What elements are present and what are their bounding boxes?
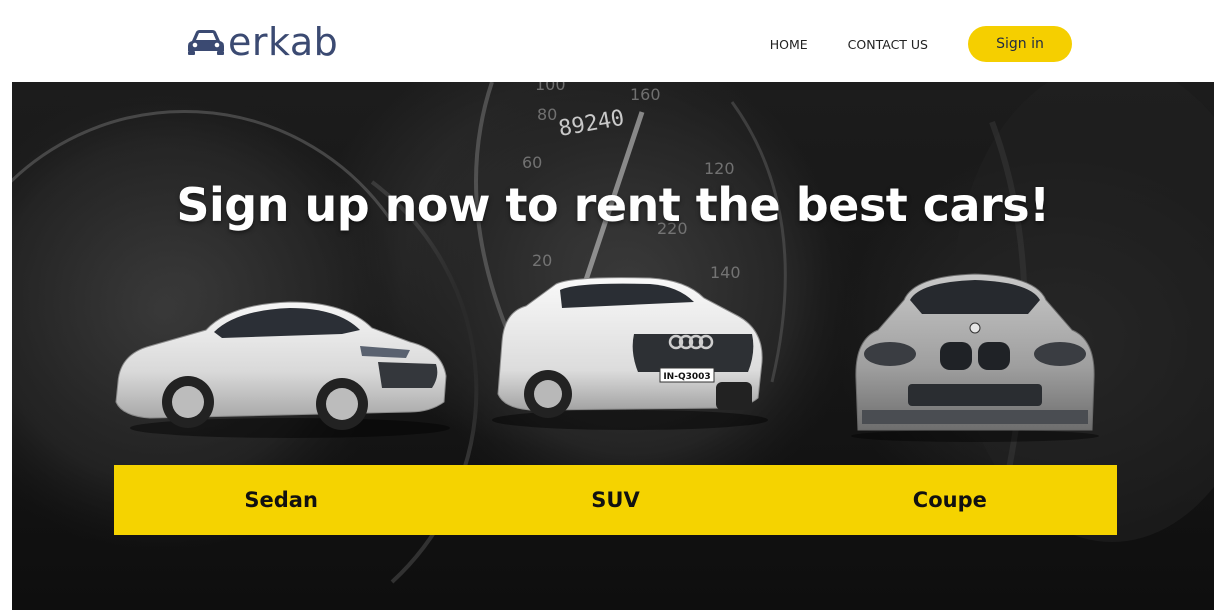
suv-license-plate: IN-Q3003 [663, 372, 710, 382]
logo-text: erkab [228, 20, 339, 64]
suv-car-image[interactable]: IN-Q3003 [490, 272, 772, 432]
tick-label: 20 [532, 251, 552, 270]
page: erkab HOME CONTACT US Sign in 100 80 60 … [0, 0, 1214, 610]
tick-label: 160 [630, 85, 661, 104]
coupe-car-image[interactable] [848, 270, 1102, 442]
header: erkab HOME CONTACT US Sign in [0, 0, 1214, 82]
category-bar: Sedan SUV Coupe [114, 465, 1117, 535]
logo[interactable]: erkab [186, 22, 338, 62]
tick-label: 120 [704, 159, 735, 178]
tick-label: 80 [537, 105, 557, 124]
main-nav: HOME CONTACT US Sign in [770, 26, 1072, 62]
category-coupe[interactable]: Coupe [783, 488, 1117, 512]
nav-home[interactable]: HOME [770, 37, 808, 52]
hero-title: Sign up now to rent the best cars! [176, 178, 1050, 232]
hero-section: 100 80 60 20 120 140 160 220 89240 Sign … [12, 82, 1214, 610]
category-suv[interactable]: SUV [448, 488, 782, 512]
category-sedan[interactable]: Sedan [114, 488, 448, 512]
sign-in-button[interactable]: Sign in [968, 26, 1072, 62]
tick-label: 60 [522, 153, 542, 172]
sedan-car-image[interactable] [110, 290, 452, 440]
tick-label: 100 [535, 82, 566, 94]
car-logo-icon [186, 27, 226, 57]
nav-contact-us[interactable]: CONTACT US [848, 37, 928, 52]
